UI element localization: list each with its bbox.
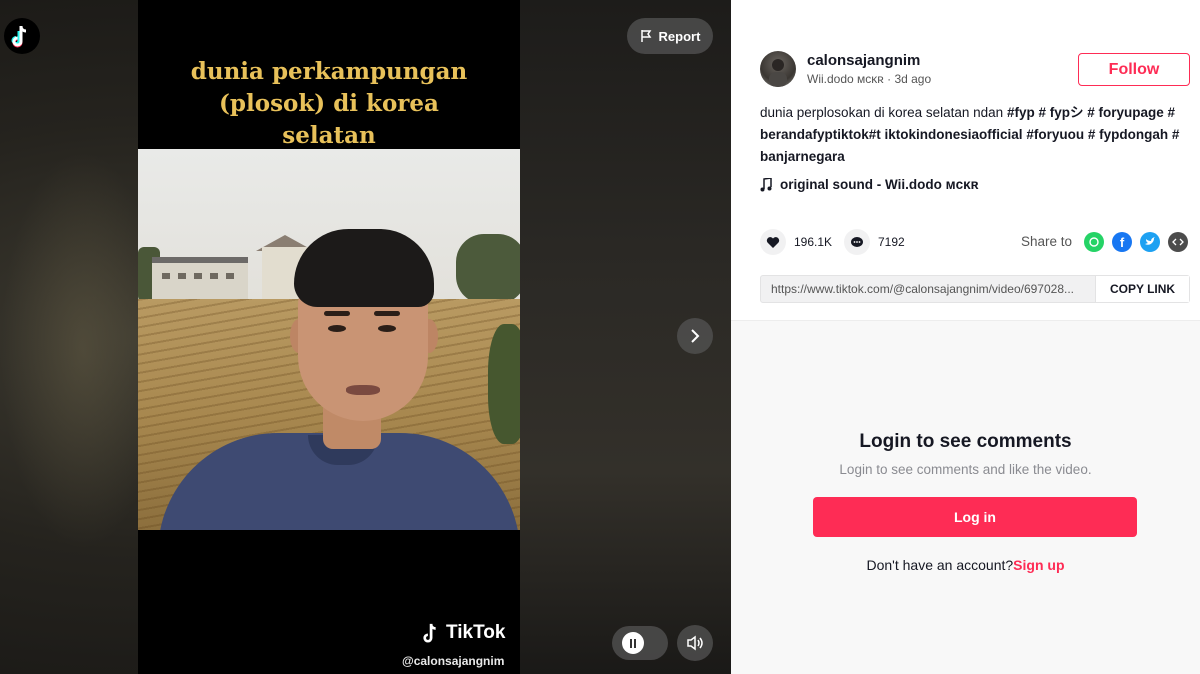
video-info-panel: calonsajangnim Wii.dodo ᴍᴄᴋʀ · 3d ago Fo…: [731, 0, 1200, 674]
video-area: dunia perkampungan (plosok) di korea sel…: [0, 0, 731, 674]
comment-count: 7192: [878, 235, 905, 249]
follow-button[interactable]: Follow: [1078, 53, 1190, 86]
whatsapp-icon[interactable]: [1084, 232, 1104, 252]
like-count: 196.1K: [794, 235, 833, 249]
comments-login-title: Login to see comments: [859, 431, 1072, 452]
caption-line: dunia perkampungan: [190, 58, 468, 85]
twitter-icon[interactable]: [1140, 232, 1160, 252]
facebook-icon[interactable]: f: [1112, 232, 1132, 252]
video-player[interactable]: dunia perkampungan (plosok) di korea sel…: [138, 0, 520, 674]
author-username[interactable]: calonsajangnim: [807, 52, 920, 69]
video-description: dunia perplosokan di korea selatan ndan …: [760, 102, 1190, 168]
flag-icon: [640, 30, 651, 42]
share-label: Share to: [1021, 234, 1073, 249]
music-note-icon: [760, 177, 772, 191]
comment-icon: [844, 229, 870, 255]
copy-link-button[interactable]: COPY LINK: [1095, 276, 1189, 302]
tiktok-logo-icon[interactable]: [4, 18, 40, 54]
description-text: dunia perplosokan di korea selatan ndan: [760, 105, 1007, 120]
login-button[interactable]: Log in: [813, 497, 1137, 537]
pause-toggle[interactable]: [612, 626, 668, 660]
report-label: Report: [658, 28, 701, 44]
video-scene-image: [138, 149, 520, 530]
background-blur: [0, 150, 138, 550]
hashtag[interactable]: # foryupage: [1087, 105, 1164, 120]
caption-line: (plosok) di korea: [219, 90, 439, 117]
pause-icon: [622, 632, 644, 654]
comments-section: Login to see comments Login to see comme…: [731, 320, 1200, 674]
author-nickname: Wii.dodo ᴍᴄᴋʀ: [807, 72, 884, 86]
like-stat[interactable]: 196.1K: [760, 229, 832, 255]
hashtag[interactable]: #foryuou: [1026, 127, 1084, 142]
signup-link[interactable]: Sign up: [1013, 557, 1064, 573]
tiktok-note-icon: [423, 623, 436, 643]
video-url[interactable]: https://www.tiktok.com/@calonsajangnim/v…: [761, 276, 1095, 302]
report-button[interactable]: Report: [627, 18, 713, 54]
music-label: original sound - Wii.dodo ᴍᴄᴋʀ: [780, 177, 979, 192]
next-video-button[interactable]: [677, 318, 713, 354]
video-link-box: https://www.tiktok.com/@calonsajangnim/v…: [760, 275, 1190, 303]
video-caption-overlay: dunia perkampungan (plosok) di korea sel…: [138, 56, 520, 152]
chevron-right-icon: [691, 329, 700, 343]
author-meta: Wii.dodo ᴍᴄᴋʀ · 3d ago: [807, 72, 932, 86]
watermark-brand: TikTok: [446, 622, 506, 643]
hashtag[interactable]: # fypdongah: [1088, 127, 1168, 142]
volume-button[interactable]: [677, 625, 713, 661]
watermark-handle: @calonsajangnim: [402, 654, 505, 668]
avatar[interactable]: [760, 51, 796, 87]
music-link[interactable]: original sound - Wii.dodo ᴍᴄᴋʀ: [760, 177, 979, 192]
signup-prompt: Don't have an account?Sign up: [866, 557, 1065, 573]
embed-icon[interactable]: [1168, 232, 1188, 252]
comments-login-subtitle: Login to see comments and like the video…: [839, 462, 1092, 477]
caption-line: selatan: [282, 122, 376, 149]
hashtag[interactable]: # fypシ: [1038, 105, 1083, 120]
hashtag[interactable]: #fyp: [1007, 105, 1035, 120]
house: [152, 257, 248, 301]
volume-icon: [687, 635, 703, 651]
tiktok-watermark: TikTok: [422, 622, 505, 644]
comment-stat[interactable]: 7192: [844, 229, 905, 255]
heart-icon: [760, 229, 786, 255]
post-time: 3d ago: [894, 72, 932, 86]
